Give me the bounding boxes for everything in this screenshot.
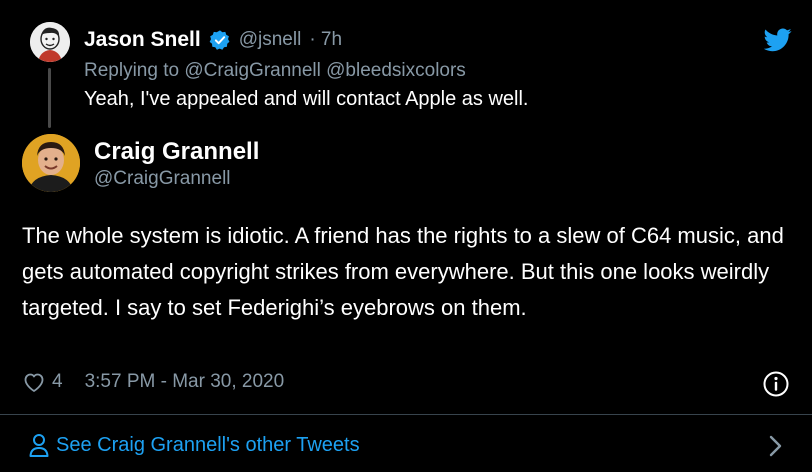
replying-to-prefix: Replying to: [84, 60, 180, 81]
parent-author-line[interactable]: Jason Snell @jsnell · 7h: [84, 28, 342, 52]
verified-badge-icon: [209, 30, 230, 50]
info-icon[interactable]: [762, 370, 790, 398]
see-other-tweets-link[interactable]: See Craig Grannell's other Tweets: [28, 432, 360, 458]
footer-divider: [0, 414, 812, 415]
parent-author-name[interactable]: Jason Snell: [84, 28, 201, 52]
thread-connector-line: [48, 68, 51, 128]
parent-tweet-text: Yeah, I've appealed and will contact App…: [84, 88, 529, 110]
parent-tweet-time[interactable]: · 7h: [309, 29, 342, 51]
chevron-right-icon[interactable]: [768, 433, 784, 459]
tweet-text: The whole system is idiotic. A friend ha…: [22, 223, 784, 320]
replying-to-handles[interactable]: @CraigGrannell @bleedsixcolors: [184, 60, 465, 81]
replying-to-line: Replying to @CraigGrannell @bleedsixcolo…: [84, 60, 466, 82]
tweet-meta: 4 3:57 PM - Mar 30, 2020: [22, 370, 284, 394]
see-other-tweets-label[interactable]: See Craig Grannell's other Tweets: [56, 434, 360, 457]
tweet-timestamp[interactable]: 3:57 PM - Mar 30, 2020: [85, 371, 285, 393]
author-name[interactable]: Craig Grannell: [94, 138, 259, 166]
parent-author-handle[interactable]: @jsnell: [239, 29, 302, 51]
avatar-jason-snell[interactable]: [30, 22, 70, 62]
author-handle[interactable]: @CraigGrannell: [94, 168, 231, 190]
heart-icon[interactable]: [22, 370, 46, 394]
twitter-bird-icon[interactable]: [764, 28, 792, 52]
tweet-embed: Jason Snell @jsnell · 7h Replying to @Cr…: [0, 0, 812, 472]
like-count[interactable]: 4: [52, 371, 63, 393]
avatar-craig-grannell[interactable]: [22, 134, 80, 192]
person-icon: [29, 434, 49, 457]
